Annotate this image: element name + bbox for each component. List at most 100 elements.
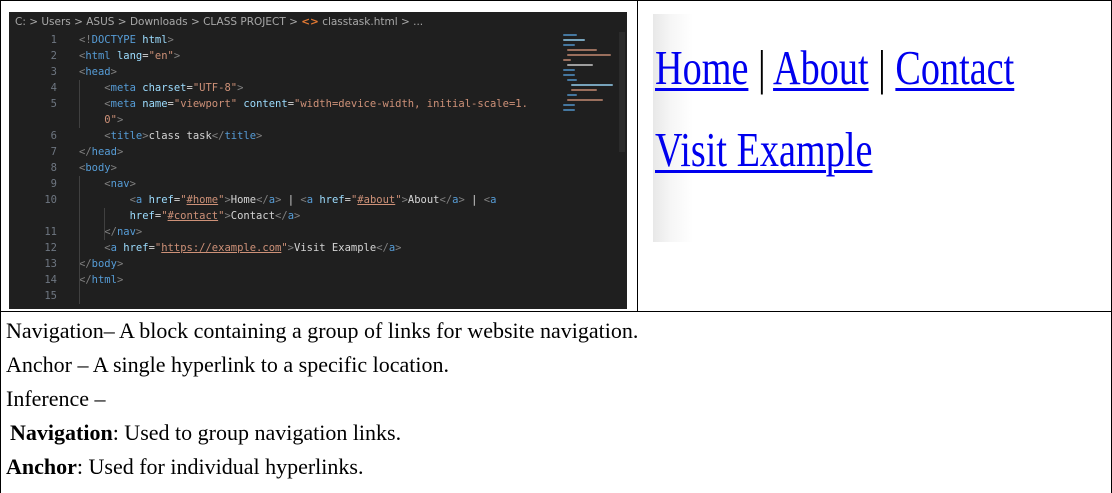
line-number: 8 <box>50 162 57 174</box>
code-token: #contact <box>167 210 219 222</box>
code-token: charset <box>142 82 187 94</box>
inference-heading: Inference – <box>6 386 106 411</box>
minimap-line <box>563 74 575 76</box>
code-token: > <box>237 82 244 94</box>
indent-guide <box>79 80 80 128</box>
indent-guide <box>104 208 105 240</box>
code-token: head <box>85 66 111 78</box>
line-number: 9 <box>50 178 57 190</box>
code-line[interactable]: <head> <box>79 64 117 80</box>
about-link[interactable]: About <box>773 40 869 95</box>
code-token: meta <box>110 98 136 110</box>
border-top <box>0 0 1112 1</box>
visit-line: Visit Example <box>655 124 872 176</box>
code-line[interactable]: <meta name="viewport" content="width=dev… <box>79 96 528 112</box>
contact-link[interactable]: Contact <box>895 40 1014 95</box>
code-token: > <box>256 130 263 142</box>
code-token: | <box>464 194 484 206</box>
code-token: > <box>167 34 174 46</box>
minimap-line <box>563 44 575 46</box>
line-number: 7 <box>50 146 57 158</box>
code-token: > <box>135 226 143 238</box>
code-token: lang <box>116 50 143 62</box>
code-token: title <box>110 130 143 142</box>
code-line[interactable]: </head> <box>79 144 123 160</box>
code-token: title <box>224 130 257 142</box>
inference-anchor: Anchor: Used for individual hyperlinks. <box>6 454 363 480</box>
code-line[interactable]: <body> <box>79 160 117 176</box>
code-token: href <box>129 210 155 222</box>
breadcrumb-asus: ASUS <box>86 16 115 28</box>
minimap-line <box>567 49 597 51</box>
code-token: href <box>123 242 149 254</box>
code-token: class task <box>148 130 212 142</box>
code-token: > <box>129 178 136 190</box>
line-number: 14 <box>44 274 57 286</box>
line-number: 11 <box>44 226 57 238</box>
code-line[interactable]: <nav> <box>79 176 136 192</box>
code-token: html <box>91 274 117 286</box>
code-line[interactable]: <a href="https://example.com">Visit Exam… <box>79 240 401 256</box>
line-number: 10 <box>44 194 57 206</box>
editor-scrollbar[interactable] <box>619 32 625 152</box>
code-token: a <box>490 194 497 206</box>
breadcrumb-class-project: CLASS PROJECT <box>203 16 286 28</box>
code-token: "viewport" <box>173 98 238 110</box>
editor-breadcrumb: C: > Users > ASUS > Downloads > CLASS PR… <box>15 16 424 28</box>
minimap-line <box>567 99 603 101</box>
code-token: </ <box>104 226 117 238</box>
code-token: </ <box>79 146 92 158</box>
breadcrumb-drive: C: <box>15 16 26 28</box>
inference-navigation-text: : Used to group navigation links. <box>112 420 402 445</box>
code-token: > <box>294 210 301 222</box>
code-line[interactable]: <!DOCTYPE html> <box>79 32 174 48</box>
visit-example-link[interactable]: Visit Example <box>655 122 872 177</box>
code-line[interactable]: <a href="#home">Home</a> | <a href="#abo… <box>79 192 497 208</box>
minimap-line <box>563 39 585 41</box>
html-file-icon: <> <box>301 16 319 28</box>
line-number: 13 <box>44 258 57 270</box>
code-token: </ <box>439 194 453 206</box>
minimap-line <box>571 89 597 91</box>
indent-guide <box>79 176 80 304</box>
border-mid-horizontal <box>0 311 1112 312</box>
code-token: "width=device-width, initial-scale=1. <box>294 98 528 110</box>
line-number: 4 <box>50 82 57 94</box>
code-line[interactable]: </body> <box>79 256 123 272</box>
code-token: "en" <box>148 50 174 62</box>
home-link[interactable]: Home <box>655 40 748 95</box>
code-token: Contact <box>230 210 276 222</box>
code-token: https://example.com <box>161 242 282 254</box>
code-token: Visit Example <box>294 242 377 254</box>
code-line[interactable]: href="#contact">Contact</a> <box>79 208 301 224</box>
code-token: > <box>116 258 124 270</box>
border-mid-vertical <box>637 0 638 312</box>
code-token: html <box>142 34 168 46</box>
code-token: Home <box>230 194 257 206</box>
code-line[interactable]: <meta charset="UTF-8"> <box>79 80 243 96</box>
minimap-line <box>567 94 577 96</box>
breadcrumb-downloads: Downloads <box>129 16 188 28</box>
code-line[interactable]: <html lang="en"> <box>79 48 180 64</box>
code-token: DOCTYPE <box>91 34 136 46</box>
line-number: 2 <box>50 50 57 62</box>
code-token: | <box>281 194 301 206</box>
code-line[interactable]: </nav> <box>79 224 142 240</box>
code-token: href <box>319 194 345 206</box>
code-line[interactable]: </html> <box>79 272 123 288</box>
code-token: content <box>243 98 288 110</box>
description-navigation: Navigation– A block containing a group o… <box>6 318 639 343</box>
code-token: nav <box>116 226 136 238</box>
code-token: href <box>148 194 174 206</box>
line-number: 3 <box>50 66 57 78</box>
code-token: </ <box>79 258 92 270</box>
editor-minimap <box>563 34 615 124</box>
border-left <box>0 0 1 493</box>
minimap-line <box>563 59 571 61</box>
code-line[interactable]: <title>class task</title> <box>79 128 262 144</box>
code-line[interactable]: 0"> <box>79 112 123 128</box>
minimap-line <box>567 79 577 81</box>
